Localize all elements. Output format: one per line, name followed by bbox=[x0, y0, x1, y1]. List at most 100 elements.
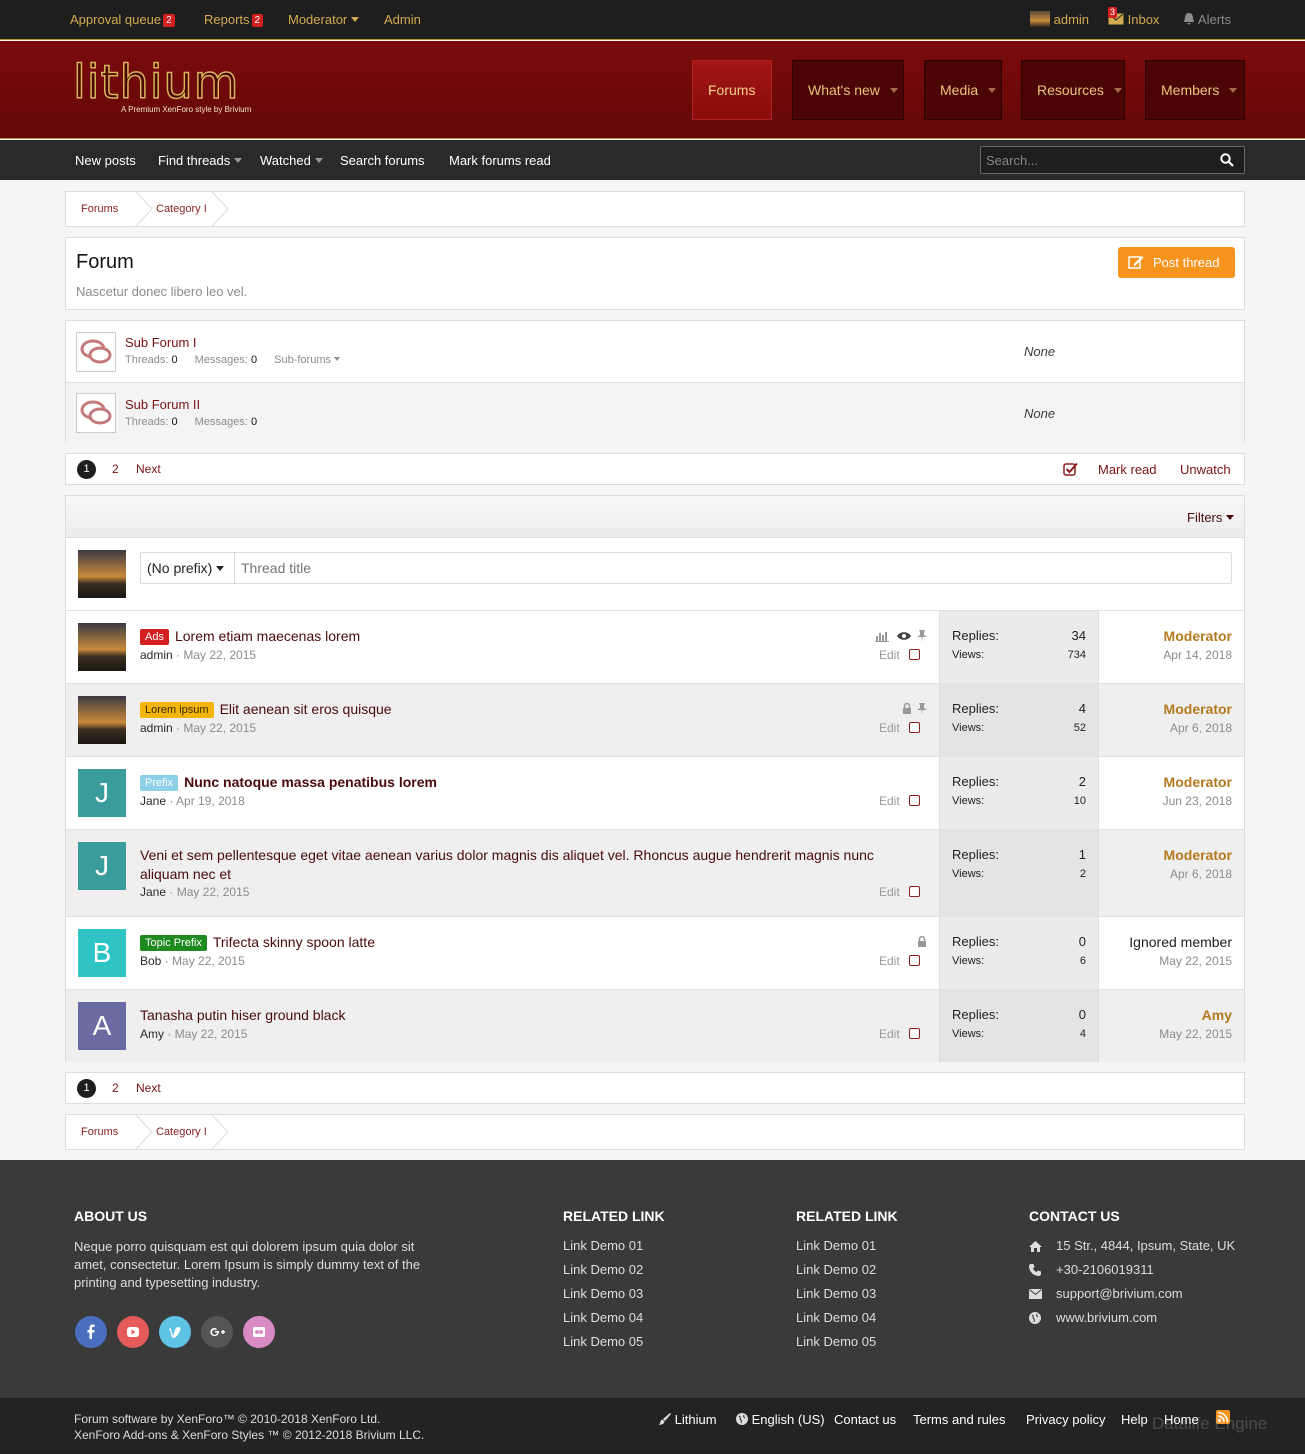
footer-link[interactable]: Link Demo 05 bbox=[563, 1334, 643, 1349]
thread-edit-link[interactable]: Edit bbox=[879, 648, 900, 662]
thread-select-checkbox[interactable] bbox=[909, 649, 920, 660]
thread-author[interactable]: Jane bbox=[140, 794, 166, 808]
page-current[interactable]: 1 bbox=[77, 1079, 96, 1098]
filters-menu[interactable]: Filters bbox=[1187, 510, 1235, 525]
vimeo-icon[interactable] bbox=[159, 1316, 191, 1348]
breadcrumb-category[interactable]: Category I bbox=[156, 192, 207, 226]
footer-link[interactable]: Link Demo 05 bbox=[796, 1334, 876, 1349]
page-current[interactable]: 1 bbox=[77, 460, 96, 479]
breadcrumb-forums[interactable]: Forums bbox=[81, 192, 118, 226]
footer-link[interactable]: Link Demo 02 bbox=[796, 1262, 876, 1277]
search-forums-link[interactable]: Search forums bbox=[340, 153, 425, 168]
footer-link[interactable]: Link Demo 01 bbox=[563, 1238, 643, 1253]
search-icon[interactable] bbox=[1220, 153, 1234, 167]
avatar[interactable]: J bbox=[78, 769, 126, 817]
tab-whats-new[interactable]: What's new bbox=[792, 60, 904, 120]
mark-read-link[interactable]: Mark read bbox=[1098, 462, 1157, 477]
thread-select-checkbox[interactable] bbox=[909, 886, 920, 897]
thread-author[interactable]: admin bbox=[140, 721, 173, 735]
subforums-menu[interactable]: Sub-forums bbox=[274, 354, 340, 366]
footer-link[interactable]: Link Demo 02 bbox=[563, 1262, 643, 1277]
terms-link[interactable]: Terms and rules bbox=[913, 1412, 1005, 1427]
thread-select-checkbox[interactable] bbox=[909, 1028, 920, 1039]
tab-forums[interactable]: Forums bbox=[692, 60, 772, 120]
site-logo[interactable]: lithium bbox=[72, 54, 240, 110]
contact-website[interactable]: www.brivium.com bbox=[1056, 1310, 1157, 1325]
last-post-user[interactable]: Moderator bbox=[1164, 628, 1232, 644]
moderator-menu[interactable]: Moderator bbox=[288, 12, 360, 27]
thread-edit-link[interactable]: Edit bbox=[879, 954, 900, 968]
avatar[interactable]: J bbox=[78, 842, 126, 890]
thread-prefix[interactable]: Ads bbox=[140, 629, 169, 645]
thread-title-input[interactable] bbox=[241, 553, 1221, 583]
avatar[interactable] bbox=[78, 623, 126, 671]
thread-prefix[interactable]: Prefix bbox=[140, 775, 179, 791]
thread-author[interactable]: Amy bbox=[140, 1027, 164, 1041]
last-post-date[interactable]: May 22, 2015 bbox=[1159, 1027, 1232, 1041]
thread-title[interactable]: Veni et sem pellentesque eget vitae aene… bbox=[140, 847, 874, 882]
thread-title[interactable]: Elit aenean sit eros quisque bbox=[220, 701, 392, 717]
thread-select-checkbox[interactable] bbox=[909, 722, 920, 733]
footer-link[interactable]: Link Demo 01 bbox=[796, 1238, 876, 1253]
avatar[interactable]: B bbox=[78, 929, 126, 977]
last-post-date[interactable]: Apr 14, 2018 bbox=[1163, 648, 1232, 662]
last-post-user[interactable]: Moderator bbox=[1164, 774, 1232, 790]
page-link-2[interactable]: 2 bbox=[112, 462, 119, 476]
footer-link[interactable]: Link Demo 03 bbox=[563, 1286, 643, 1301]
privacy-link[interactable]: Privacy policy bbox=[1026, 1412, 1105, 1427]
admin-link[interactable]: Admin bbox=[384, 12, 421, 27]
last-post-user[interactable]: Moderator bbox=[1164, 701, 1232, 717]
thread-select-checkbox[interactable] bbox=[909, 795, 920, 806]
google-plus-icon[interactable] bbox=[201, 1316, 233, 1348]
alerts-link[interactable]: Alerts bbox=[1183, 12, 1231, 27]
next-page-link[interactable]: Next bbox=[136, 1081, 161, 1095]
contact-email[interactable]: support@brivium.com bbox=[1056, 1286, 1183, 1301]
thread-select-checkbox[interactable] bbox=[909, 955, 920, 966]
prefix-select[interactable]: (No prefix) bbox=[141, 553, 235, 583]
thread-edit-link[interactable]: Edit bbox=[879, 794, 900, 808]
tab-members[interactable]: Members bbox=[1145, 60, 1245, 120]
thread-prefix[interactable]: Topic Prefix bbox=[140, 935, 207, 951]
mark-forums-read-link[interactable]: Mark forums read bbox=[449, 153, 551, 168]
thread-edit-link[interactable]: Edit bbox=[879, 885, 900, 899]
thread-author[interactable]: Jane bbox=[140, 885, 166, 899]
footer-link[interactable]: Link Demo 04 bbox=[563, 1310, 643, 1325]
contact-us-link[interactable]: Contact us bbox=[834, 1412, 896, 1427]
approval-queue-link[interactable]: Approval queue 2 bbox=[70, 12, 175, 27]
last-post-date[interactable]: Apr 6, 2018 bbox=[1170, 721, 1232, 735]
thread-author[interactable]: admin bbox=[140, 648, 173, 662]
avatar[interactable]: A bbox=[78, 1002, 126, 1050]
watched-menu[interactable]: Watched bbox=[260, 153, 323, 168]
inbox-link[interactable]: 3 Inbox bbox=[1108, 7, 1159, 27]
thread-edit-link[interactable]: Edit bbox=[879, 1027, 900, 1041]
help-link[interactable]: Help bbox=[1121, 1412, 1148, 1427]
last-post-date[interactable]: May 22, 2015 bbox=[1159, 954, 1232, 968]
footer-link[interactable]: Link Demo 03 bbox=[796, 1286, 876, 1301]
last-post-user[interactable]: Moderator bbox=[1164, 847, 1232, 863]
find-threads-menu[interactable]: Find threads bbox=[158, 153, 243, 168]
new-posts-link[interactable]: New posts bbox=[75, 153, 136, 168]
subforum-title[interactable]: Sub Forum II bbox=[125, 397, 200, 412]
tab-resources[interactable]: Resources bbox=[1021, 60, 1125, 120]
language-chooser-link[interactable]: English (US) bbox=[736, 1412, 825, 1427]
post-thread-button[interactable]: Post thread bbox=[1118, 247, 1235, 278]
subforum-title[interactable]: Sub Forum I bbox=[125, 335, 197, 350]
reports-link[interactable]: Reports 2 bbox=[204, 12, 264, 27]
thread-author[interactable]: Bob bbox=[140, 954, 161, 968]
last-post-date[interactable]: Apr 6, 2018 bbox=[1170, 867, 1232, 881]
footer-link[interactable]: Link Demo 04 bbox=[796, 1310, 876, 1325]
last-post-user[interactable]: Amy bbox=[1202, 1007, 1232, 1023]
thread-title[interactable]: Lorem etiam maecenas lorem bbox=[175, 628, 360, 644]
breadcrumb-forums[interactable]: Forums bbox=[81, 1115, 118, 1149]
youtube-icon[interactable] bbox=[117, 1316, 149, 1348]
unwatch-link[interactable]: Unwatch bbox=[1180, 462, 1231, 477]
thread-title[interactable]: Nunc natoque massa penatibus lorem bbox=[184, 774, 437, 790]
tab-media[interactable]: Media bbox=[924, 60, 1002, 120]
facebook-icon[interactable] bbox=[75, 1316, 107, 1348]
flickr-icon[interactable] bbox=[243, 1316, 275, 1348]
account-menu[interactable]: admin bbox=[1030, 11, 1089, 27]
next-page-link[interactable]: Next bbox=[136, 462, 161, 476]
page-link-2[interactable]: 2 bbox=[112, 1081, 119, 1095]
search-input[interactable] bbox=[981, 147, 1211, 173]
last-post-date[interactable]: Jun 23, 2018 bbox=[1163, 794, 1232, 808]
